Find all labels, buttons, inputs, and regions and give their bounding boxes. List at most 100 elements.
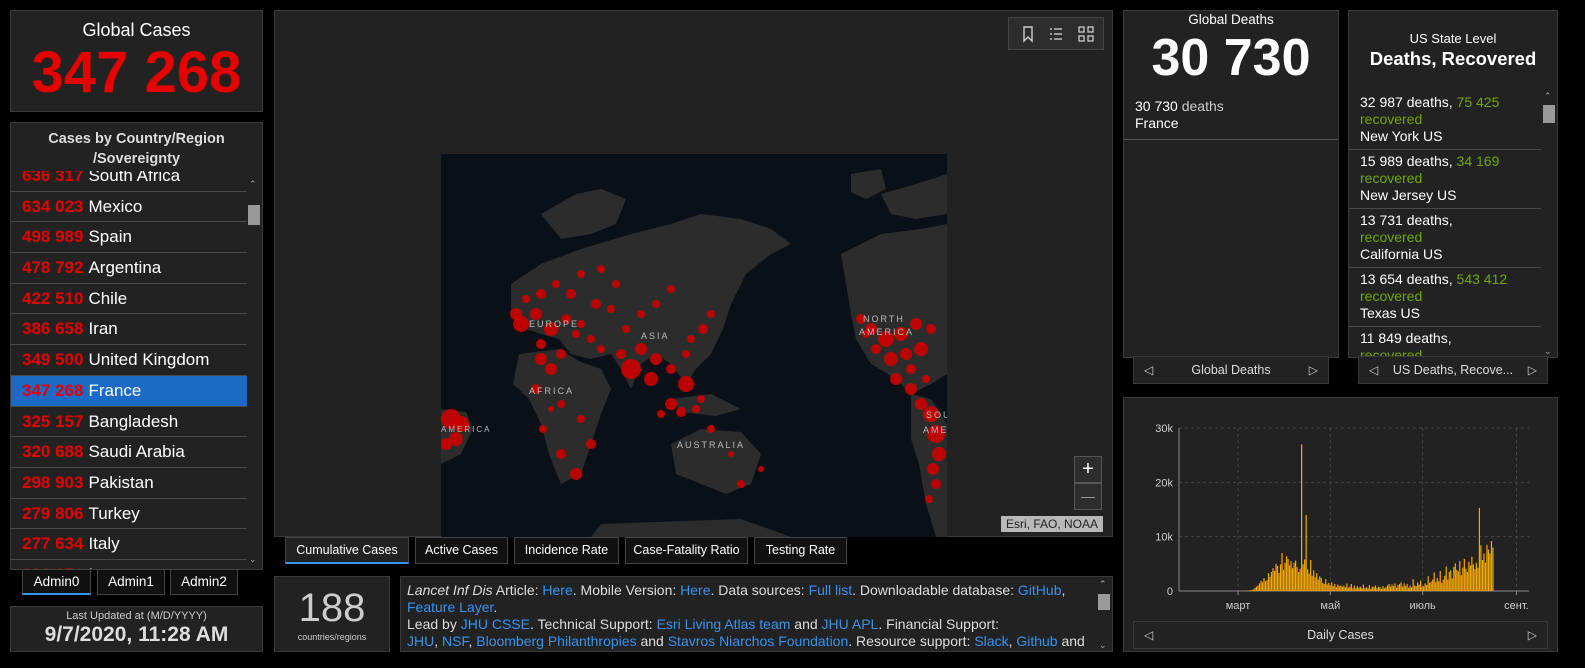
- zoom-in-button[interactable]: +: [1074, 456, 1102, 483]
- scroll-up-icon[interactable]: ⌃: [249, 179, 257, 190]
- daily-case-bar[interactable]: [1398, 583, 1401, 591]
- daily-case-bar[interactable]: [1394, 583, 1396, 591]
- daily-case-bar[interactable]: [1480, 545, 1482, 591]
- daily-case-bar[interactable]: [1273, 570, 1276, 591]
- case-dot[interactable]: [682, 350, 690, 358]
- daily-case-bar[interactable]: [1441, 582, 1443, 591]
- list-icon[interactable]: [1047, 25, 1065, 43]
- case-dot[interactable]: [539, 425, 547, 433]
- daily-case-bar[interactable]: [1364, 588, 1366, 591]
- scrollbar-thumb[interactable]: [1098, 594, 1110, 610]
- scrollbar-thumb[interactable]: [1543, 105, 1555, 123]
- daily-case-bar[interactable]: [1407, 587, 1410, 591]
- daily-case-bar[interactable]: [1293, 562, 1295, 591]
- daily-case-bar[interactable]: [1412, 579, 1414, 591]
- daily-case-bar[interactable]: [1389, 586, 1392, 591]
- full-list-link[interactable]: Full list: [809, 582, 853, 598]
- qr-grid-icon[interactable]: [1077, 25, 1095, 43]
- case-dot[interactable]: [591, 299, 601, 309]
- daily-case-bar[interactable]: [1435, 582, 1437, 591]
- daily-case-bar[interactable]: [1433, 572, 1435, 591]
- daily-case-bar[interactable]: [1359, 586, 1361, 591]
- country-row[interactable]: 279 806 Turkey: [11, 499, 247, 530]
- daily-case-bar[interactable]: [1269, 576, 1271, 591]
- daily-case-bar[interactable]: [1291, 568, 1294, 591]
- case-dot[interactable]: [570, 468, 582, 480]
- case-dot[interactable]: [597, 265, 605, 273]
- country-row[interactable]: 386 658 Iran: [11, 314, 247, 346]
- daily-case-bar[interactable]: [1323, 583, 1325, 591]
- daily-case-bar[interactable]: [1376, 588, 1378, 591]
- case-dot[interactable]: [650, 353, 662, 365]
- case-dot[interactable]: [644, 372, 658, 386]
- daily-case-bar[interactable]: [1489, 553, 1491, 591]
- us-state-row[interactable]: 11 849 deaths, recoveredFlorida US: [1349, 327, 1541, 357]
- daily-case-bar[interactable]: [1401, 586, 1404, 591]
- daily-case-bar[interactable]: [1462, 567, 1464, 591]
- case-dot[interactable]: [556, 349, 566, 359]
- tab-admin1[interactable]: Admin1: [97, 569, 165, 595]
- stavros-link[interactable]: Stavros Niarchos Foundation: [668, 633, 849, 649]
- daily-case-bar[interactable]: [1361, 588, 1363, 591]
- daily-case-bar[interactable]: [1481, 560, 1484, 591]
- daily-case-bar[interactable]: [1421, 586, 1423, 591]
- tab-testing-rate[interactable]: Testing Rate: [754, 537, 847, 564]
- world-map[interactable]: EUROPE ASIA AFRICA AUSTRALIA NORTH AMERI…: [441, 154, 947, 537]
- case-dot[interactable]: [652, 300, 660, 308]
- article-link[interactable]: Here: [542, 582, 572, 598]
- daily-case-bar[interactable]: [1260, 580, 1262, 591]
- country-list-scrollbar[interactable]: ⌃ ⌄: [246, 175, 260, 567]
- country-row[interactable]: 636 317 South Africa: [11, 171, 247, 192]
- info-scrollbar[interactable]: ⌃ ⌄: [1096, 577, 1110, 651]
- case-dot[interactable]: [597, 345, 605, 353]
- daily-case-bar[interactable]: [1304, 559, 1306, 591]
- country-row[interactable]: 260 978Iraq: [11, 560, 247, 569]
- daily-case-bar[interactable]: [1350, 583, 1352, 591]
- github-link[interactable]: GitHub: [1018, 582, 1062, 598]
- next-arrow-icon[interactable]: ▷: [1528, 357, 1537, 383]
- daily-case-bar[interactable]: [1368, 585, 1371, 591]
- daily-case-bar[interactable]: [1447, 579, 1449, 591]
- daily-case-bar[interactable]: [1382, 586, 1384, 591]
- daily-case-bar[interactable]: [1445, 566, 1447, 591]
- daily-case-bar[interactable]: [1465, 568, 1467, 591]
- daily-case-bar[interactable]: [1261, 582, 1264, 591]
- daily-case-bar[interactable]: [1456, 569, 1458, 591]
- case-dot[interactable]: [566, 289, 576, 299]
- case-dot[interactable]: [621, 359, 641, 379]
- country-row[interactable]: 478 792 Argentina: [11, 253, 247, 284]
- case-dot[interactable]: [577, 270, 585, 278]
- daily-case-bar[interactable]: [1335, 587, 1337, 591]
- scroll-down-icon[interactable]: ⌄: [249, 554, 257, 565]
- case-dot[interactable]: [922, 375, 930, 383]
- daily-case-bar[interactable]: [1420, 580, 1422, 591]
- case-dot[interactable]: [572, 330, 580, 338]
- daily-case-bar[interactable]: [1450, 570, 1452, 591]
- daily-case-bar[interactable]: [1388, 583, 1390, 591]
- daily-case-bar[interactable]: [1463, 558, 1465, 591]
- daily-case-bar[interactable]: [1442, 579, 1444, 591]
- case-dot[interactable]: [925, 495, 933, 503]
- daily-case-bar[interactable]: [1267, 573, 1270, 591]
- daily-case-bar[interactable]: [1311, 575, 1313, 591]
- daily-case-bar[interactable]: [1397, 585, 1399, 591]
- daily-case-bar[interactable]: [1310, 560, 1312, 591]
- daily-case-bar[interactable]: [1275, 563, 1277, 591]
- daily-case-bar[interactable]: [1248, 590, 1250, 591]
- country-row[interactable]: 347 268 France: [11, 375, 247, 407]
- daily-case-bar[interactable]: [1429, 582, 1431, 591]
- case-dot[interactable]: [906, 364, 916, 374]
- case-dot[interactable]: [676, 407, 686, 417]
- daily-case-bar[interactable]: [1322, 582, 1324, 591]
- daily-case-bar[interactable]: [1477, 567, 1479, 591]
- tab-active-cases[interactable]: Active Cases: [415, 537, 508, 564]
- case-dot[interactable]: [871, 344, 881, 354]
- daily-case-bar[interactable]: [1471, 556, 1473, 591]
- country-row[interactable]: 298 903 Pakistan: [11, 468, 247, 499]
- daily-case-bar[interactable]: [1432, 579, 1434, 591]
- daily-case-bar[interactable]: [1317, 579, 1319, 591]
- esri-living-atlas-link[interactable]: Esri Living Atlas team: [657, 616, 791, 632]
- daily-case-bar[interactable]: [1282, 569, 1285, 591]
- daily-case-bar[interactable]: [1370, 588, 1372, 591]
- daily-case-bar[interactable]: [1272, 568, 1274, 591]
